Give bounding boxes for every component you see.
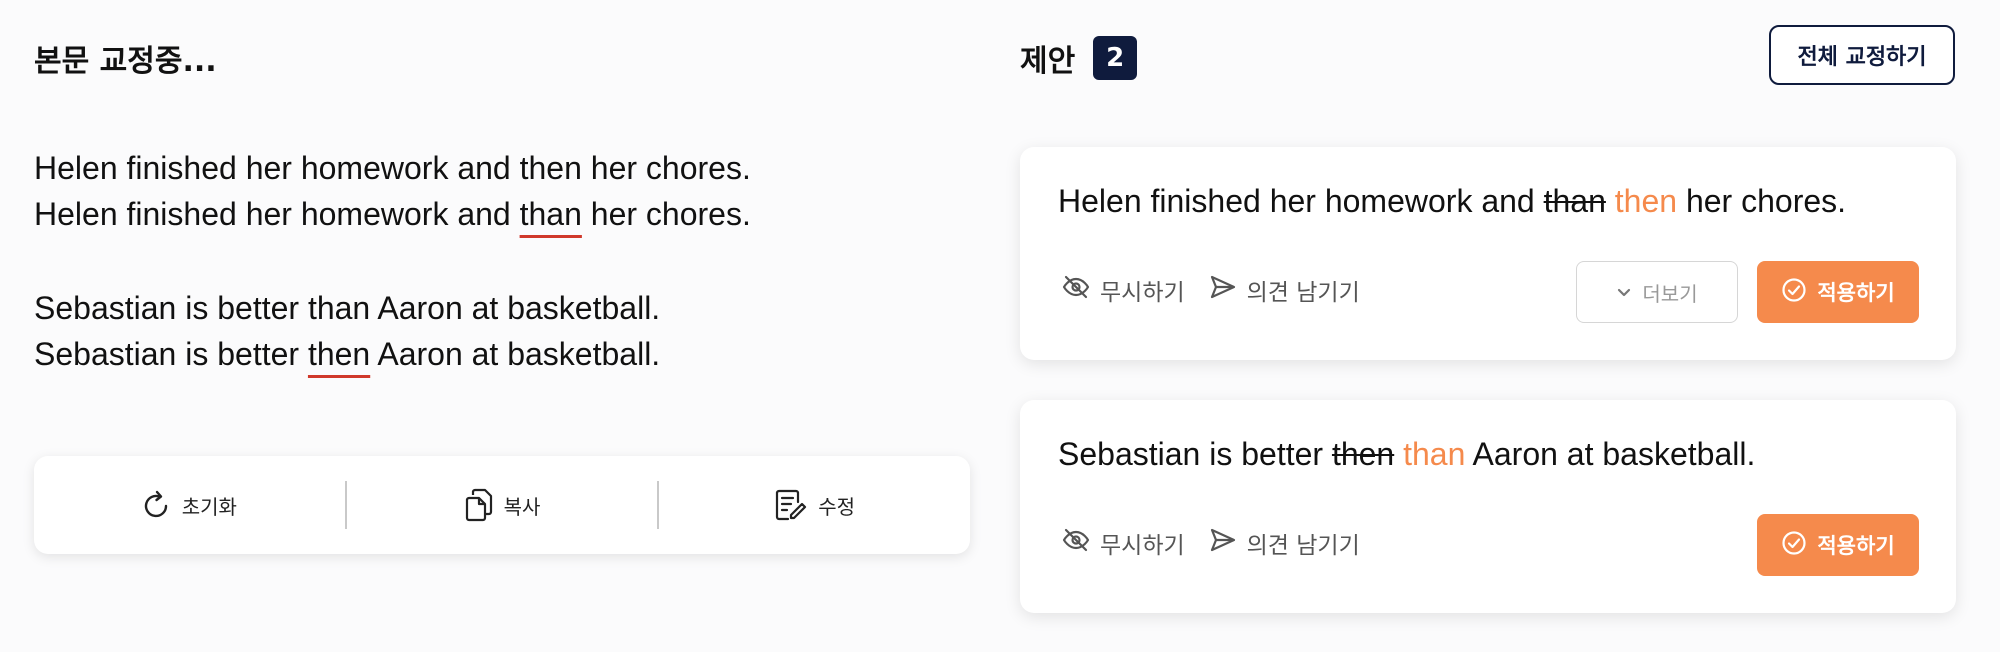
eye-off-icon [1062, 274, 1090, 306]
send-icon [1209, 274, 1237, 306]
check-circle-icon [1781, 530, 1807, 561]
copy-icon [464, 488, 494, 522]
paragraph-1: Helen finished her homework and then her… [34, 145, 751, 237]
removed-word: then [1331, 436, 1395, 472]
text-segment: Sebastian is better [1058, 436, 1332, 472]
apply-label: 적용하기 [1817, 534, 1895, 558]
checked-line: Helen finished her homework and than her… [34, 191, 751, 237]
ignore-label: 무시하기 [1100, 280, 1185, 306]
page-title: 본문 교정중... [34, 44, 217, 79]
suggestion-count-badge: 2 [1093, 36, 1138, 80]
fix-all-button[interactable]: 전체 교정하기 [1769, 25, 1955, 85]
ignore-label: 무시하기 [1100, 533, 1185, 559]
checked-line: Sebastian is better then Aaron at basket… [34, 331, 660, 377]
card-secondary-actions: 무시하기 의견 남기기 [1062, 273, 1360, 307]
text-segment: her chores. [1677, 183, 1847, 219]
reset-label: 초기화 [181, 494, 237, 519]
check-circle-icon [1781, 277, 1807, 308]
chevron-down-icon [1616, 280, 1632, 304]
more-label: 더보기 [1642, 281, 1698, 306]
suggestions-title: 제안 [1020, 44, 1076, 79]
copy-button[interactable]: 복사 [347, 456, 658, 554]
suggested-word: then [1614, 183, 1678, 219]
editor-toolbar: 초기화 복사 수정 [34, 456, 970, 554]
eye-off-icon [1062, 527, 1090, 559]
feedback-label: 의견 남기기 [1246, 280, 1360, 306]
apply-label: 적용하기 [1817, 281, 1895, 305]
apply-button[interactable]: 적용하기 [1757, 261, 1919, 323]
suggestion-card: Helen finished her homework and than the… [1020, 147, 1956, 360]
ignore-button[interactable]: 무시하기 [1062, 273, 1185, 307]
reset-button[interactable]: 초기화 [34, 456, 345, 554]
text-segment: Helen finished her homework and [1058, 183, 1544, 219]
edit-label: 수정 [818, 494, 856, 519]
suggested-word: than [1403, 436, 1466, 472]
edit-button[interactable]: 수정 [659, 456, 970, 554]
card-secondary-actions: 무시하기 의견 남기기 [1062, 526, 1360, 560]
error-word[interactable]: then [308, 336, 370, 372]
suggestion-card: Sebastian is better then than Aaron at b… [1020, 400, 1956, 613]
suggestions-header: 제안 2 [1020, 36, 1138, 80]
suggestion-sentence: Sebastian is better then than Aaron at b… [1058, 436, 1755, 473]
suggestion-sentence: Helen finished her homework and than the… [1058, 183, 1846, 220]
paragraph-2: Sebastian is better than Aaron at basket… [34, 285, 660, 377]
feedback-button[interactable]: 의견 남기기 [1209, 526, 1360, 560]
send-icon [1209, 527, 1237, 559]
removed-word: than [1543, 183, 1606, 219]
copy-label: 복사 [503, 494, 541, 519]
ignore-button[interactable]: 무시하기 [1062, 526, 1185, 560]
text-segment: Aaron at basketball. [370, 336, 661, 372]
feedback-button[interactable]: 의견 남기기 [1209, 273, 1360, 307]
error-word[interactable]: than [520, 196, 582, 232]
text-segment: Sebastian is better [34, 336, 308, 372]
text-segment: Helen finished her homework and [34, 196, 520, 232]
feedback-label: 의견 남기기 [1246, 533, 1360, 559]
edit-icon [774, 488, 808, 522]
more-button[interactable]: 더보기 [1576, 261, 1738, 323]
text-segment: Aaron at basketball. [1465, 436, 1756, 472]
apply-button[interactable]: 적용하기 [1757, 514, 1919, 576]
original-line: Sebastian is better than Aaron at basket… [34, 290, 661, 326]
original-line: Helen finished her homework and then her… [34, 150, 751, 186]
reset-icon [142, 489, 172, 521]
text-segment: her chores. [581, 196, 751, 232]
